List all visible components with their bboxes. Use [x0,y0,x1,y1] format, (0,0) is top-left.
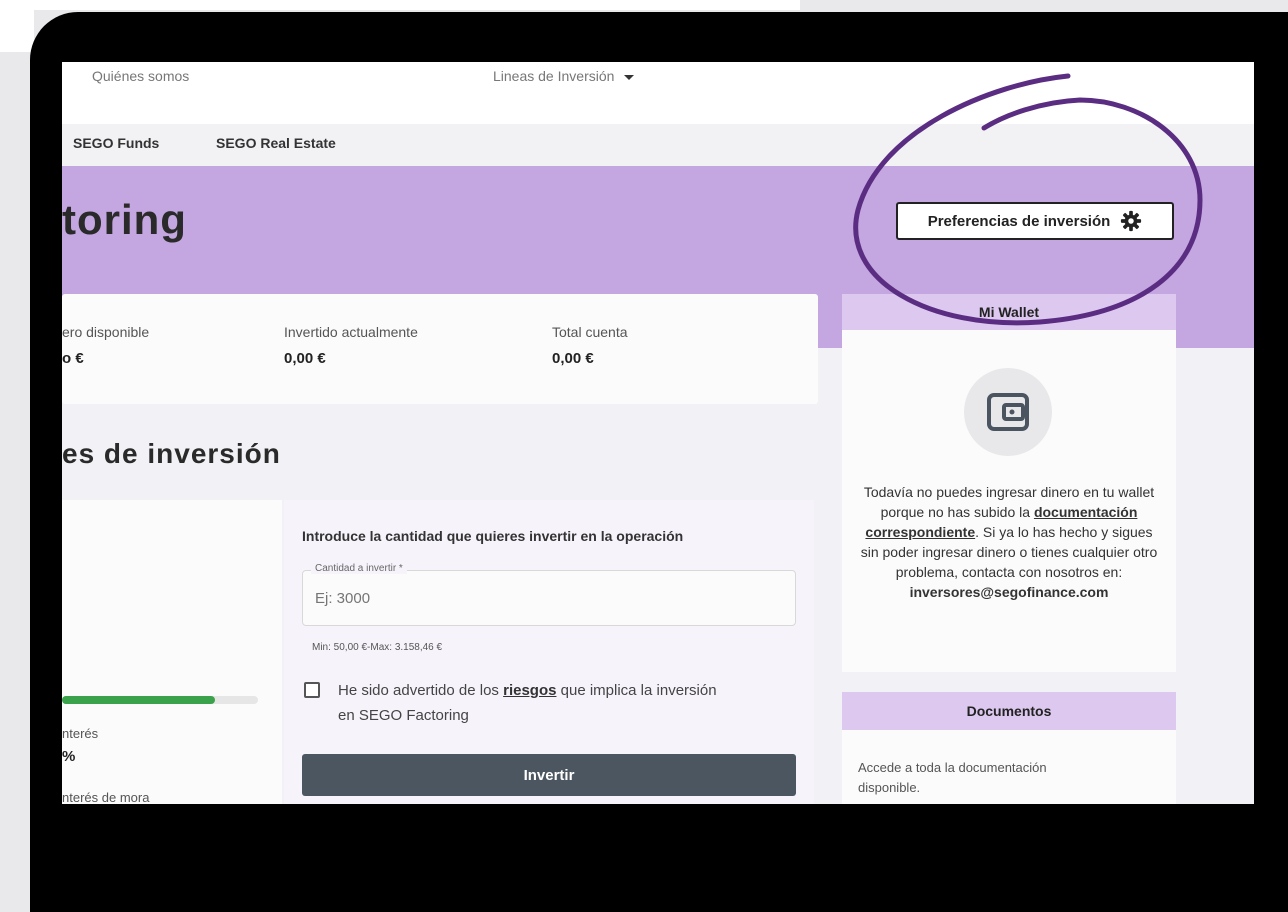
contact-email[interactable]: inversores@segofinance.com [910,584,1109,600]
operation-card [62,500,282,804]
stat-label-invertido: Invertido actualmente [284,324,418,340]
top-nav: Quiénes somos Lineas de Inversión [62,62,1254,124]
interes-label: nterés [62,726,99,741]
wallet-icon [964,368,1052,456]
form-title: Introduce la cantidad que quieres invert… [302,528,684,544]
interes-mora-label: nterés de mora [62,790,150,804]
investment-form: Introduce la cantidad que quieres invert… [284,500,814,804]
subnav-sego-real-estate[interactable]: SEGO Real Estate [216,135,336,151]
nav-quienes-somos[interactable]: Quiénes somos [92,68,189,84]
documents-title: Documentos [842,692,1176,730]
amount-field: Cantidad a invertir * [302,563,796,626]
wallet-message: Todavía no puedes ingresar dinero en tu … [856,482,1162,602]
account-stats: ero disponible o € Invertido actualmente… [62,294,818,404]
documents-card: Documentos Accede a toda la documentació… [842,692,1176,804]
nav-lineas-de-inversion[interactable]: Lineas de Inversión [493,68,635,84]
preferences-button[interactable]: Preferencias de inversión [896,202,1174,240]
wallet-title: Mi Wallet [842,294,1176,330]
documents-text: Accede a toda la documentación disponibl… [858,760,1047,795]
screen: Quiénes somos Lineas de Inversión SEGO F… [62,62,1254,804]
stat-label-disponible: ero disponible [62,324,150,340]
amount-field-label: Cantidad a invertir * [311,563,407,574]
wallet-card: Mi Wallet Todavía no puedes ingresar din… [842,294,1176,672]
stat-value-disponible: o € [62,350,84,367]
background-strip [0,0,800,10]
chevron-down-icon [624,74,635,80]
nav-lineas-label: Lineas de Inversión [493,68,615,84]
section-title: es de inversión [62,438,281,469]
amount-input[interactable] [313,589,777,608]
subnav-sego-funds[interactable]: SEGO Funds [73,135,159,151]
invest-button[interactable]: Invertir [302,754,796,796]
risk-checkbox[interactable] [304,682,320,698]
riesgos-link[interactable]: riesgos [503,682,556,699]
background-strip-left [0,10,34,52]
interes-value: % [62,748,76,765]
funding-progress-fill [62,696,215,704]
risk-text-1: He sido advertido de los [338,682,499,699]
sub-nav: SEGO Funds SEGO Real Estate [62,124,1254,166]
preferences-button-label: Preferencias de inversión [927,212,1111,230]
page-title: toring [62,196,187,243]
amount-limits: Min: 50,00 €-Max: 3.158,46 € [312,642,443,653]
stat-value-invertido: 0,00 € [284,350,326,367]
gear-icon [1121,210,1142,232]
funding-progress-bar [62,696,258,704]
stat-label-total: Total cuenta [552,324,628,340]
stat-value-total: 0,00 € [552,350,594,367]
risk-checkbox-label: He sido advertido de los riesgos que imp… [338,678,718,728]
